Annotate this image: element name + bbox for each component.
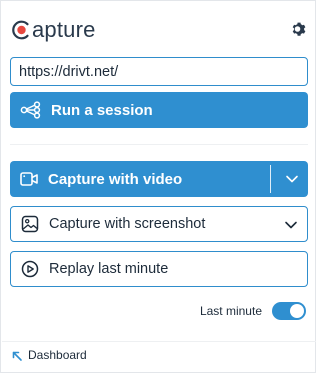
share-nodes-icon [20, 101, 42, 119]
url-input[interactable] [10, 57, 308, 86]
capture-screenshot-label: Capture with screenshot [49, 216, 206, 232]
capture-logo: apture [11, 15, 96, 45]
last-minute-toggle[interactable] [272, 302, 306, 320]
split-divider [270, 165, 271, 193]
last-minute-label: Last minute [199, 304, 262, 318]
chevron-down-icon[interactable] [283, 217, 299, 233]
extension-popup: apture Run a session [0, 0, 316, 373]
toggle-knob [290, 304, 304, 318]
header: apture [11, 15, 307, 45]
capture-logo-mark [11, 19, 31, 41]
footer: Dashboard [2, 341, 316, 373]
capture-video-label: Capture with video [48, 170, 183, 188]
brand-name: apture [32, 17, 96, 42]
gear-icon[interactable] [291, 21, 307, 37]
dashboard-label: Dashboard [28, 348, 87, 362]
divider [10, 144, 308, 145]
chevron-down-icon[interactable] [284, 171, 300, 187]
image-icon [21, 215, 39, 233]
run-session-button[interactable]: Run a session [10, 92, 308, 128]
replay-last-minute-button[interactable]: Replay last minute [10, 251, 308, 287]
arrow-up-left-icon [11, 349, 23, 361]
dashboard-link[interactable]: Dashboard [11, 348, 87, 362]
video-camera-icon [20, 171, 38, 187]
play-circle-icon [21, 260, 39, 278]
replay-last-minute-label: Replay last minute [49, 261, 169, 277]
capture-screenshot-button[interactable]: Capture with screenshot [10, 206, 308, 242]
last-minute-setting: Last minute [200, 302, 306, 320]
capture-video-button[interactable]: Capture with video [10, 161, 308, 197]
run-session-label: Run a session [51, 101, 153, 119]
